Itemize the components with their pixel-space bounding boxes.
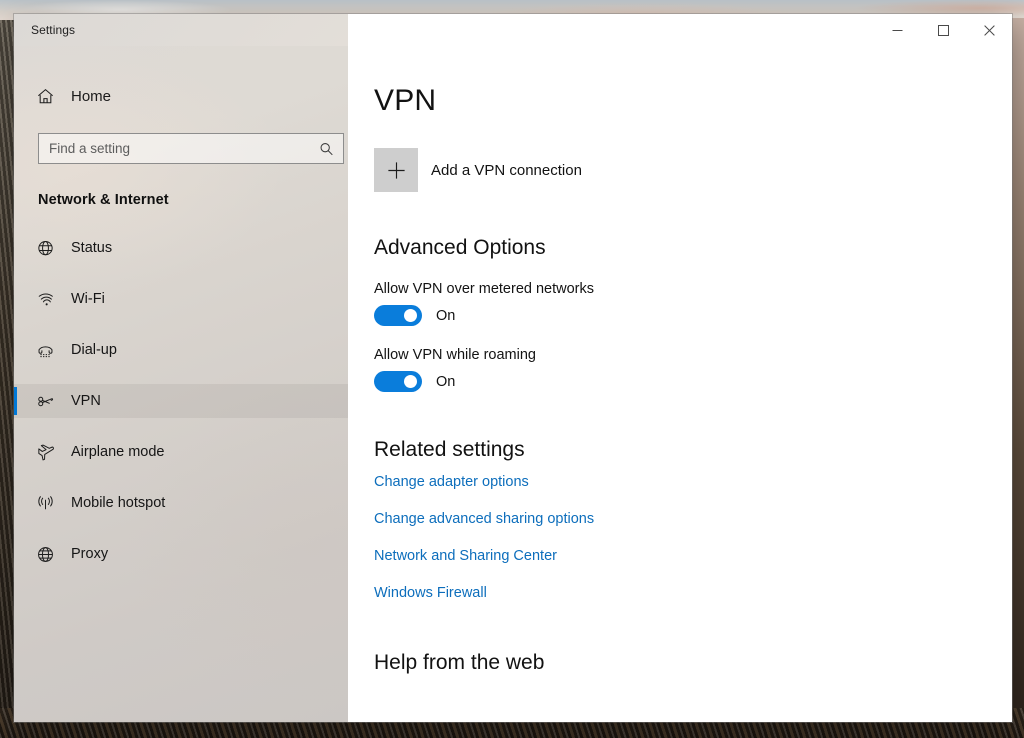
help-from-web-heading: Help from the web [374, 651, 545, 674]
home-label: Home [71, 87, 112, 105]
minimize-icon [892, 29, 902, 31]
sidebar-item-label: Mobile hotspot [71, 495, 166, 511]
sidebar-item-airplane-mode[interactable]: Airplane mode [14, 435, 348, 469]
toggle-row: On [374, 371, 1012, 392]
wifi-icon [28, 290, 62, 309]
toggle-label: Allow VPN over metered networks [374, 281, 594, 297]
category-label: Network & Internet [38, 192, 169, 208]
roaming-switch[interactable] [374, 371, 422, 392]
title-bar-right [348, 14, 1012, 46]
metered-networks-switch[interactable] [374, 305, 422, 326]
sidebar-item-home[interactable]: Home [14, 76, 348, 116]
sidebar-item-label: Dial-up [71, 342, 117, 358]
switch-knob [404, 375, 417, 388]
globe-status-icon [28, 239, 62, 258]
search-box[interactable] [38, 133, 344, 164]
add-vpn-connection-button[interactable]: Add a VPN connection [374, 148, 582, 192]
link-network-and-sharing-center[interactable]: Network and Sharing Center [374, 548, 557, 564]
toggle-label: Allow VPN while roaming [374, 347, 536, 363]
home-icon [28, 87, 62, 106]
content-pane: VPN Add a VPN connection Advanced Option… [348, 46, 1012, 722]
sidebar-item-proxy[interactable]: Proxy [14, 537, 348, 571]
toggle-state-label: On [436, 373, 456, 390]
selection-indicator [14, 387, 17, 415]
wallpaper-right-edge [1010, 18, 1024, 738]
add-vpn-connection-label: Add a VPN connection [431, 161, 582, 179]
sidebar-item-label: Airplane mode [71, 444, 165, 460]
switch-knob [404, 309, 417, 322]
sidebar-item-dialup[interactable]: Dial-up [14, 333, 348, 367]
airplane-icon [28, 443, 62, 462]
sidebar-item-label: VPN [71, 393, 101, 409]
search-icon[interactable] [319, 141, 334, 156]
sidebar: Home Network & Internet [14, 46, 348, 722]
sidebar-item-label: Wi-Fi [71, 291, 105, 307]
vpn-key-icon [28, 392, 62, 411]
related-settings-links: Change adapter options Change advanced s… [374, 474, 1012, 601]
sidebar-nav-list: Status Wi-Fi Dial-up VPN Airplane mode M… [14, 231, 348, 571]
sidebar-item-wifi[interactable]: Wi-Fi [14, 282, 348, 316]
sidebar-item-status[interactable]: Status [14, 231, 348, 265]
hotspot-icon [28, 494, 62, 513]
window-title: Settings [31, 23, 76, 37]
advanced-options-heading: Advanced Options [374, 236, 546, 259]
toggle-state-label: On [436, 307, 456, 324]
sidebar-item-label: Status [71, 240, 113, 256]
title-bar-left: Settings [14, 14, 348, 46]
sidebar-item-mobile-hotspot[interactable]: Mobile hotspot [14, 486, 348, 520]
title-bar: Settings [14, 14, 1012, 46]
globe-proxy-icon [28, 545, 62, 564]
sidebar-item-label: Proxy [71, 546, 109, 562]
close-icon [983, 24, 995, 36]
maximize-button[interactable] [920, 14, 966, 46]
page-title: VPN [374, 84, 437, 117]
plus-icon [374, 148, 418, 192]
link-change-adapter-options[interactable]: Change adapter options [374, 474, 529, 490]
dialup-phone-icon [28, 341, 62, 360]
minimize-button[interactable] [874, 14, 920, 46]
toggle-row: On [374, 305, 1012, 326]
maximize-icon [937, 24, 949, 36]
link-change-advanced-sharing-options[interactable]: Change advanced sharing options [374, 511, 594, 527]
close-button[interactable] [966, 14, 1012, 46]
toggle-metered-networks: Allow VPN over metered networks On [374, 281, 1012, 326]
desktop-wallpaper: Settings Home Find a setting Network & I… [0, 0, 1024, 738]
link-windows-firewall[interactable]: Windows Firewall [374, 585, 487, 601]
toggle-roaming: Allow VPN while roaming On [374, 347, 1012, 392]
search-input[interactable] [39, 134, 343, 163]
settings-window: Settings Home Find a setting Network & I… [14, 14, 1012, 722]
related-settings-heading: Related settings [374, 438, 525, 461]
window-body: Home Network & Internet [14, 46, 1012, 722]
sidebar-item-vpn[interactable]: VPN [14, 384, 348, 418]
